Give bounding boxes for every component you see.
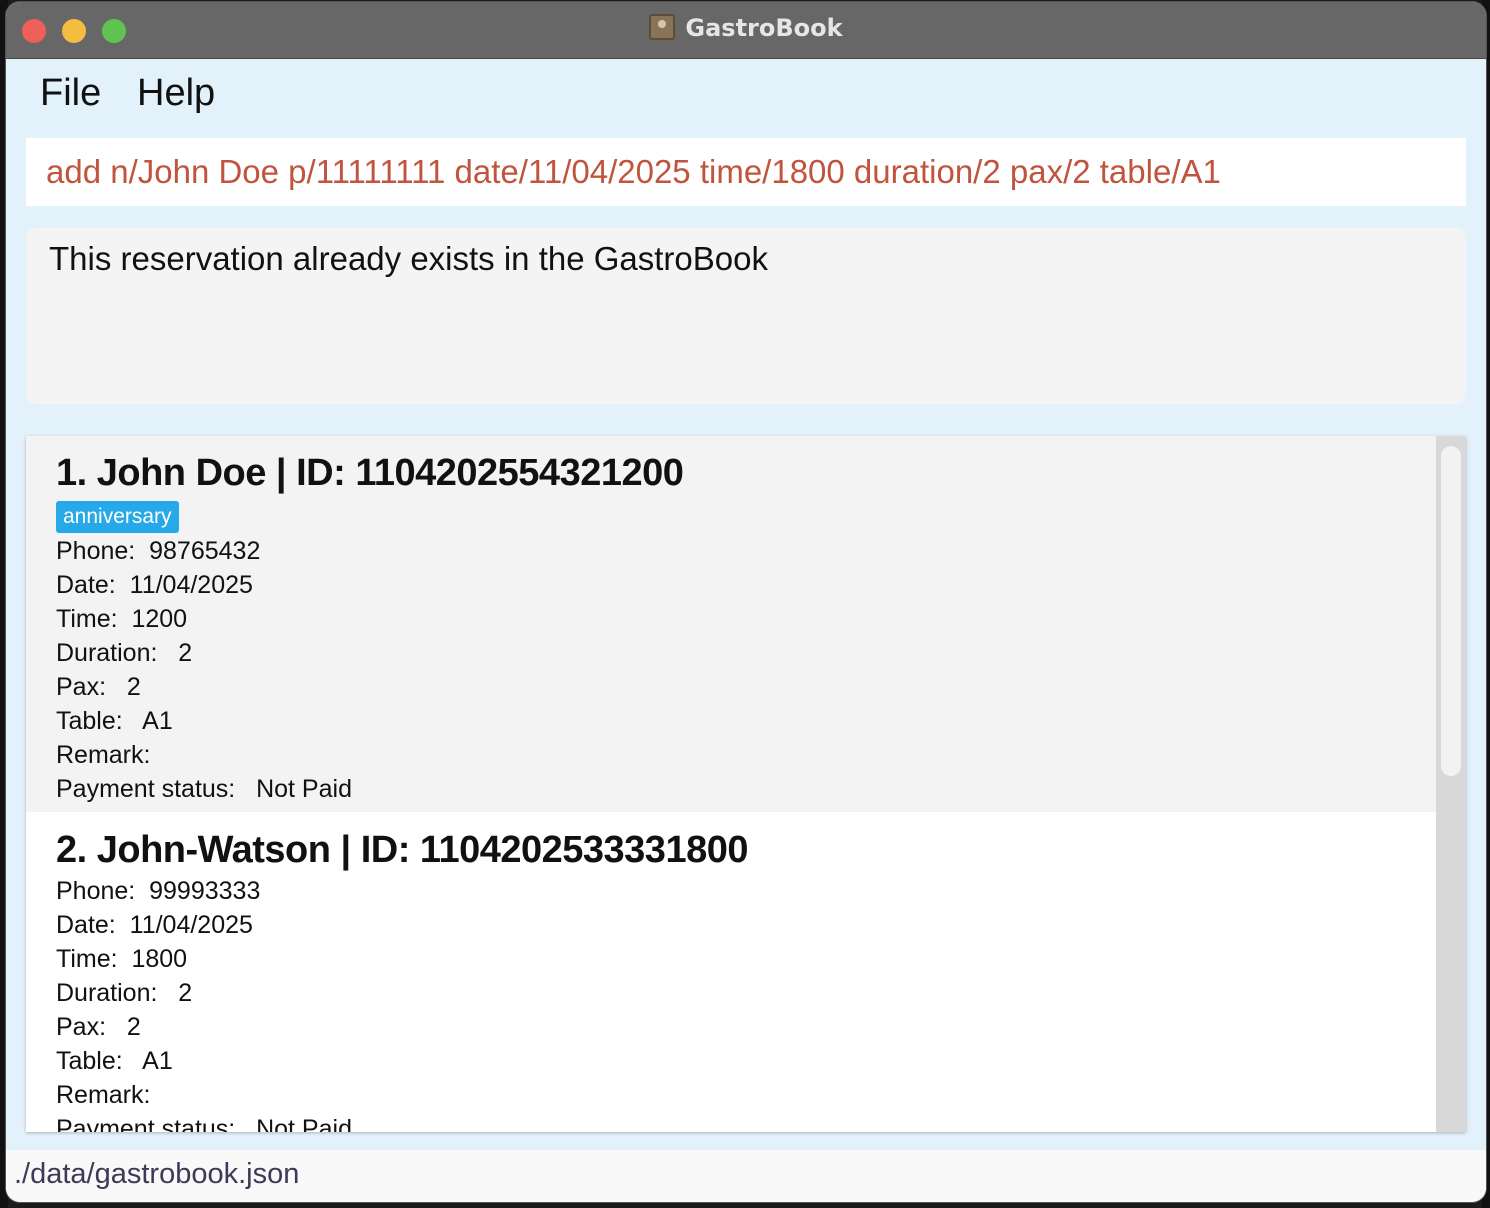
window-title-group: GastroBook xyxy=(6,14,1486,42)
window-title: GastroBook xyxy=(685,14,843,42)
save-file-path: ./data/gastrobook.json xyxy=(14,1158,300,1190)
command-input[interactable] xyxy=(26,138,1466,206)
reservation-payment-status: Payment status: Not Paid xyxy=(56,775,352,803)
reservation-pax: Pax: 2 xyxy=(56,673,141,701)
reservation-title: 1. John Doe | ID: 1104202554321200 xyxy=(56,452,684,494)
reservation-time: Time: 1800 xyxy=(56,945,188,973)
result-display: This reservation already exists in the G… xyxy=(26,228,1466,404)
reservation-phone: Phone: 99993333 xyxy=(56,877,261,905)
reservation-time: Time: 1200 xyxy=(56,605,188,633)
reservation-duration: Duration: 2 xyxy=(56,639,193,667)
status-bar: ./data/gastrobook.json xyxy=(6,1150,1486,1202)
reservation-date: Date: 11/04/2025 xyxy=(56,911,253,939)
reservation-table: Table: A1 xyxy=(56,707,173,735)
reservation-remark: Remark: xyxy=(56,1081,151,1109)
reservation-payment-status: Payment status: Not Paid xyxy=(56,1115,352,1132)
address-book-icon xyxy=(649,14,676,40)
reservation-card[interactable]: 1. John Doe | ID: 1104202554321200 anniv… xyxy=(26,436,1436,812)
reservation-list[interactable]: 1. John Doe | ID: 1104202554321200 anniv… xyxy=(26,436,1466,1132)
reservation-remark: Remark: xyxy=(56,741,151,769)
app-window: GastroBook File Help This reservation al… xyxy=(6,2,1486,1202)
reservation-title: 2. John-Watson | ID: 1104202533331800 xyxy=(56,829,748,871)
menu-file[interactable]: File xyxy=(40,72,101,115)
menu-help[interactable]: Help xyxy=(137,72,215,115)
list-scrollbar[interactable] xyxy=(1436,436,1466,1132)
reservation-table: Table: A1 xyxy=(56,1047,173,1075)
command-box xyxy=(26,138,1466,206)
reservation-duration: Duration: 2 xyxy=(56,979,193,1007)
result-message: This reservation already exists in the G… xyxy=(49,240,768,277)
title-bar[interactable]: GastroBook xyxy=(6,2,1486,59)
list-scrollbar-thumb[interactable] xyxy=(1441,446,1461,776)
menu-bar: File Help xyxy=(6,60,1486,134)
reservation-pax: Pax: 2 xyxy=(56,1013,141,1041)
reservation-card[interactable]: 2. John-Watson | ID: 1104202533331800 Ph… xyxy=(26,812,1436,1132)
reservation-tag: anniversary xyxy=(56,501,179,533)
reservation-date: Date: 11/04/2025 xyxy=(56,571,253,599)
reservation-phone: Phone: 98765432 xyxy=(56,537,261,565)
